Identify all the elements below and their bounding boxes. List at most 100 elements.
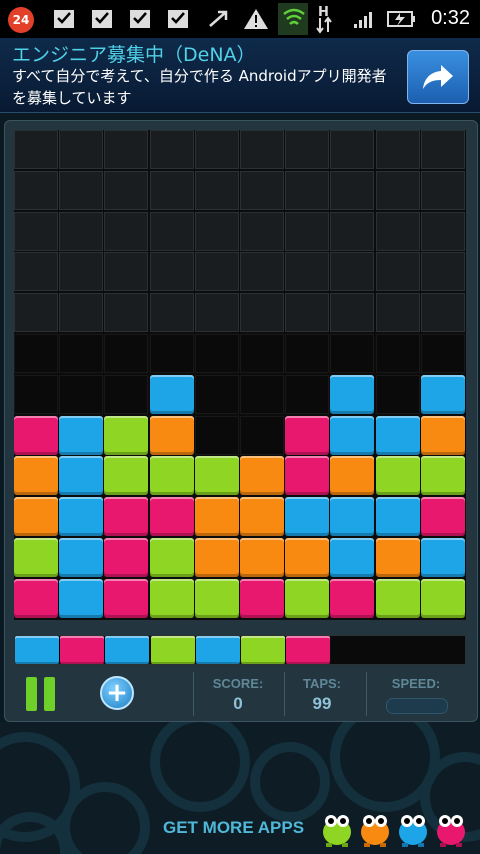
block-cell[interactable] [420,578,465,618]
block-cell[interactable] [14,415,58,455]
empty-cell[interactable] [104,374,149,414]
block-cell[interactable] [420,374,465,414]
empty-cell[interactable] [420,252,465,292]
empty-cell[interactable] [240,170,284,210]
block-cell[interactable] [330,497,375,537]
empty-cell[interactable] [330,252,375,292]
download-complete-icon[interactable] [50,6,78,32]
empty-cell[interactable] [285,252,330,292]
ad-text[interactable]: すべて自分で考えて、自分で作る Androidアプリ開発者を募集しています [12,65,392,109]
empty-cell[interactable] [420,211,465,251]
empty-cell[interactable] [149,211,194,251]
empty-cell[interactable] [14,334,58,373]
block-cell[interactable] [420,497,465,537]
block-cell[interactable] [330,538,375,577]
add-row-button[interactable]: + [100,676,134,710]
empty-cell[interactable] [240,374,284,414]
download-complete-icon[interactable] [164,6,192,32]
empty-cell[interactable] [240,211,284,251]
block-cell[interactable] [59,415,104,455]
empty-cell[interactable] [14,293,58,333]
empty-cell[interactable] [14,211,58,251]
security-shield-icon[interactable] [280,6,308,32]
get-more-apps-link[interactable]: GET MORE APPS [163,818,304,838]
block-cell[interactable] [104,456,149,496]
block-cell[interactable] [420,456,465,496]
empty-cell[interactable] [14,252,58,292]
block-cell[interactable] [375,497,420,537]
block-cell[interactable] [330,456,375,496]
empty-cell[interactable] [194,170,239,210]
empty-cell[interactable] [330,130,375,169]
empty-cell[interactable] [285,170,330,210]
block-cell[interactable] [194,538,239,577]
empty-cell[interactable] [104,130,149,169]
empty-cell[interactable] [375,130,420,169]
empty-cell[interactable] [330,170,375,210]
empty-cell[interactable] [240,293,284,333]
block-cell[interactable] [420,415,465,455]
empty-cell[interactable] [375,252,420,292]
block-cell[interactable] [59,578,104,618]
empty-cell[interactable] [194,130,239,169]
ad-title[interactable]: エンジニア募集中（DeNA） [12,40,256,67]
empty-cell[interactable] [375,170,420,210]
empty-cell[interactable] [330,334,375,373]
empty-cell[interactable] [375,374,420,414]
notification-count-badge[interactable]: 24 [8,7,34,33]
blue-monster-icon[interactable] [396,808,430,848]
block-cell[interactable] [149,538,194,577]
empty-cell[interactable] [59,130,104,169]
empty-cell[interactable] [149,170,194,210]
block-cell[interactable] [149,578,194,618]
green-monster-icon[interactable] [320,808,354,848]
block-cell[interactable] [149,415,194,455]
block-cell[interactable] [149,497,194,537]
block-cell[interactable] [285,538,330,577]
empty-cell[interactable] [149,334,194,373]
block-cell[interactable] [59,456,104,496]
empty-cell[interactable] [375,211,420,251]
download-complete-icon[interactable] [88,6,116,32]
empty-cell[interactable] [104,334,149,373]
block-cell[interactable] [285,456,330,496]
empty-cell[interactable] [14,374,58,414]
empty-cell[interactable] [375,293,420,333]
empty-cell[interactable] [194,293,239,333]
empty-cell[interactable] [194,374,239,414]
block-cell[interactable] [104,578,149,618]
empty-cell[interactable] [104,170,149,210]
empty-cell[interactable] [59,252,104,292]
empty-cell[interactable] [104,293,149,333]
block-cell[interactable] [104,497,149,537]
block-cell[interactable] [285,497,330,537]
empty-cell[interactable] [285,374,330,414]
block-cell[interactable] [330,374,375,414]
block-cell[interactable] [240,456,284,496]
block-cell[interactable] [375,415,420,455]
empty-cell[interactable] [194,334,239,373]
ad-open-button[interactable] [407,50,469,104]
block-cell[interactable] [149,456,194,496]
empty-cell[interactable] [420,170,465,210]
block-cell[interactable] [104,538,149,577]
pause-button[interactable] [26,677,56,711]
empty-cell[interactable] [240,415,284,455]
empty-cell[interactable] [149,293,194,333]
empty-cell[interactable] [59,170,104,210]
block-cell[interactable] [330,415,375,455]
empty-cell[interactable] [104,252,149,292]
pink-monster-icon[interactable] [434,808,468,848]
empty-cell[interactable] [59,334,104,373]
download-complete-icon[interactable] [126,6,154,32]
empty-cell[interactable] [194,252,239,292]
empty-cell[interactable] [194,415,239,455]
empty-cell[interactable] [149,252,194,292]
empty-cell[interactable] [149,130,194,169]
block-cell[interactable] [285,578,330,618]
empty-cell[interactable] [59,374,104,414]
block-cell[interactable] [285,415,330,455]
usb-debug-icon[interactable] [204,6,232,32]
block-cell[interactable] [194,578,239,618]
block-cell[interactable] [104,415,149,455]
